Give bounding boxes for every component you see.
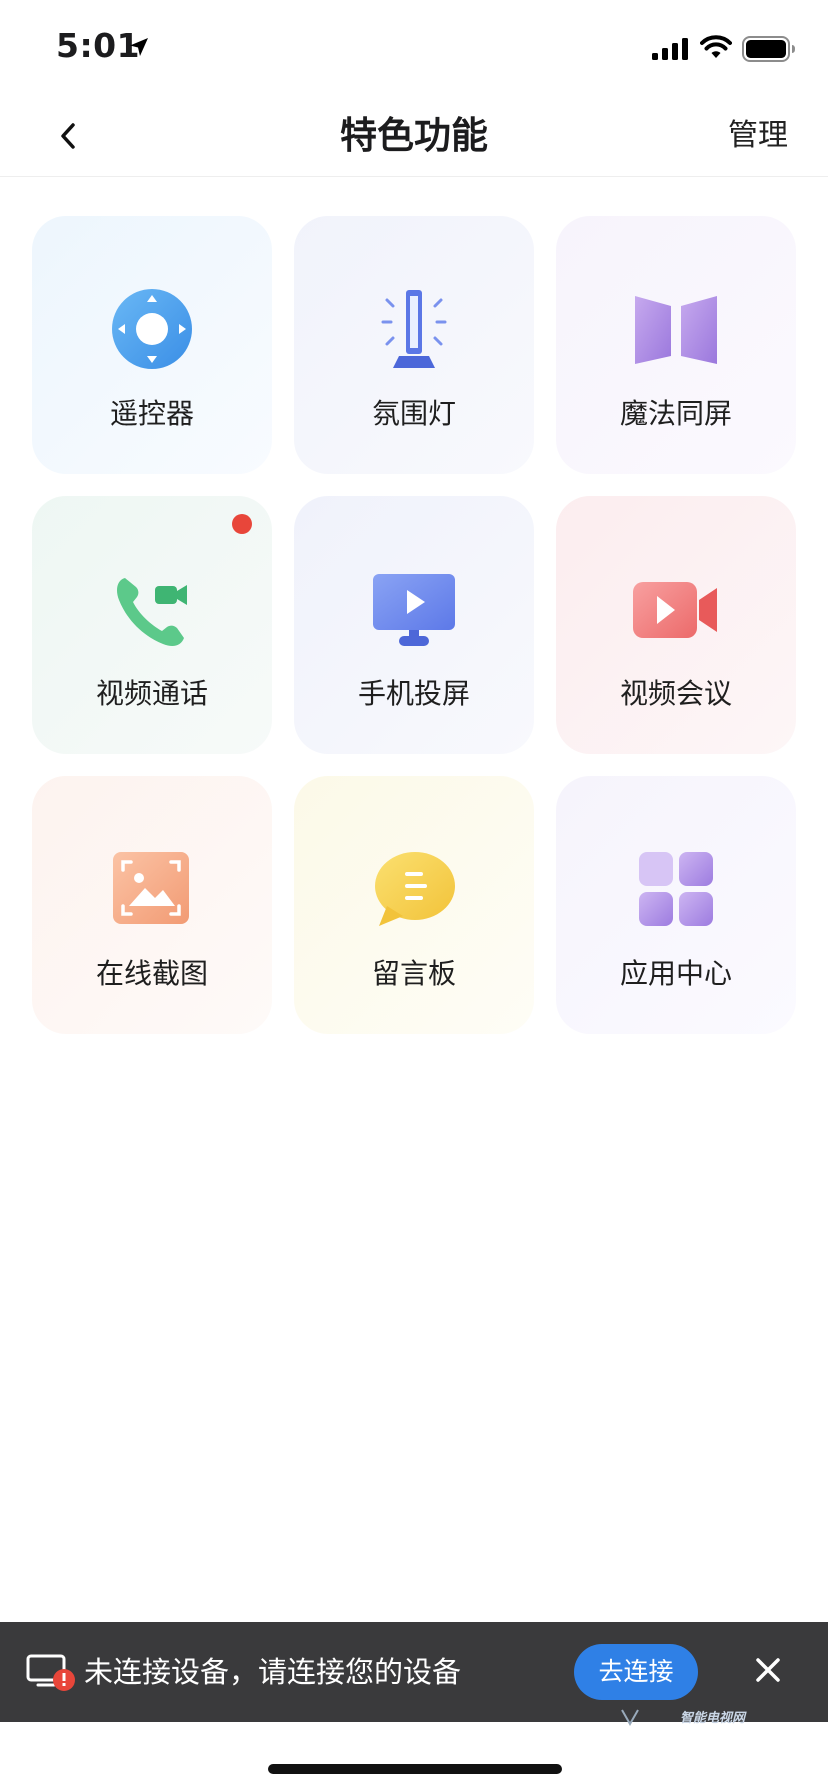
magic-screen-icon [635, 296, 717, 364]
tv-warning-icon [26, 1654, 75, 1691]
video-meeting-icon [633, 582, 717, 638]
tile-screen-cast[interactable]: 手机投屏 [294, 496, 534, 754]
home-indicator[interactable] [268, 1764, 562, 1774]
tile-label: 视频会议 [619, 677, 732, 710]
feature-grid: 遥控器 氛围灯 魔法同屏 视频通话 手机投屏 视频会议 在线截图 留言板 应用中… [32, 216, 796, 1034]
video-call-icon [117, 578, 187, 646]
tile-label: 氛围灯 [371, 397, 456, 430]
banner-message: 未连接设备，请连接您的设备 [84, 1655, 462, 1689]
tile-magic-screen[interactable]: 魔法同屏 [556, 216, 796, 474]
watermark-logo: 智能电视网 [621, 1709, 747, 1727]
battery-icon [742, 36, 795, 62]
app-center-icon [639, 852, 713, 926]
tile-message-board[interactable]: 留言板 [294, 776, 534, 1034]
manage-button[interactable]: 管理 [728, 112, 788, 160]
tile-label: 在线截图 [95, 957, 208, 990]
screenshot-icon [113, 852, 189, 924]
tile-label: 应用中心 [619, 957, 732, 990]
notification-badge [232, 514, 252, 534]
close-banner-button[interactable] [748, 1650, 788, 1690]
tile-ambient-light[interactable]: 氛围灯 [294, 216, 534, 474]
tile-video-call[interactable]: 视频通话 [32, 496, 272, 754]
ambient-light-icon [381, 290, 447, 368]
tile-label: 手机投屏 [357, 677, 470, 710]
screen-cast-icon [373, 574, 455, 646]
nav-bar: 特色功能 管理 [0, 96, 828, 177]
tile-label: 遥控器 [109, 397, 194, 430]
tile-label: 视频通话 [95, 677, 208, 710]
tile-label: 留言板 [371, 957, 456, 990]
tile-remote-control[interactable]: 遥控器 [32, 216, 272, 474]
tile-app-center[interactable]: 应用中心 [556, 776, 796, 1034]
tile-video-meeting[interactable]: 视频会议 [556, 496, 796, 754]
message-board-icon [375, 852, 455, 926]
status-bar: 5:01 [0, 0, 828, 96]
tile-label: 魔法同屏 [619, 397, 732, 430]
remote-control-icon [112, 289, 192, 369]
cellular-signal-icon [652, 38, 688, 60]
watermark-text: 智能电视网 [680, 1710, 747, 1726]
wifi-icon [700, 35, 732, 58]
connection-banner: 未连接设备，请连接您的设备 去连接 智能电视网 [0, 1622, 828, 1727]
connect-button[interactable]: 去连接 [574, 1644, 698, 1700]
location-arrow-icon [130, 38, 148, 56]
page-title: 特色功能 [340, 114, 488, 157]
close-icon [756, 1658, 780, 1682]
tile-online-screenshot[interactable]: 在线截图 [32, 776, 272, 1034]
